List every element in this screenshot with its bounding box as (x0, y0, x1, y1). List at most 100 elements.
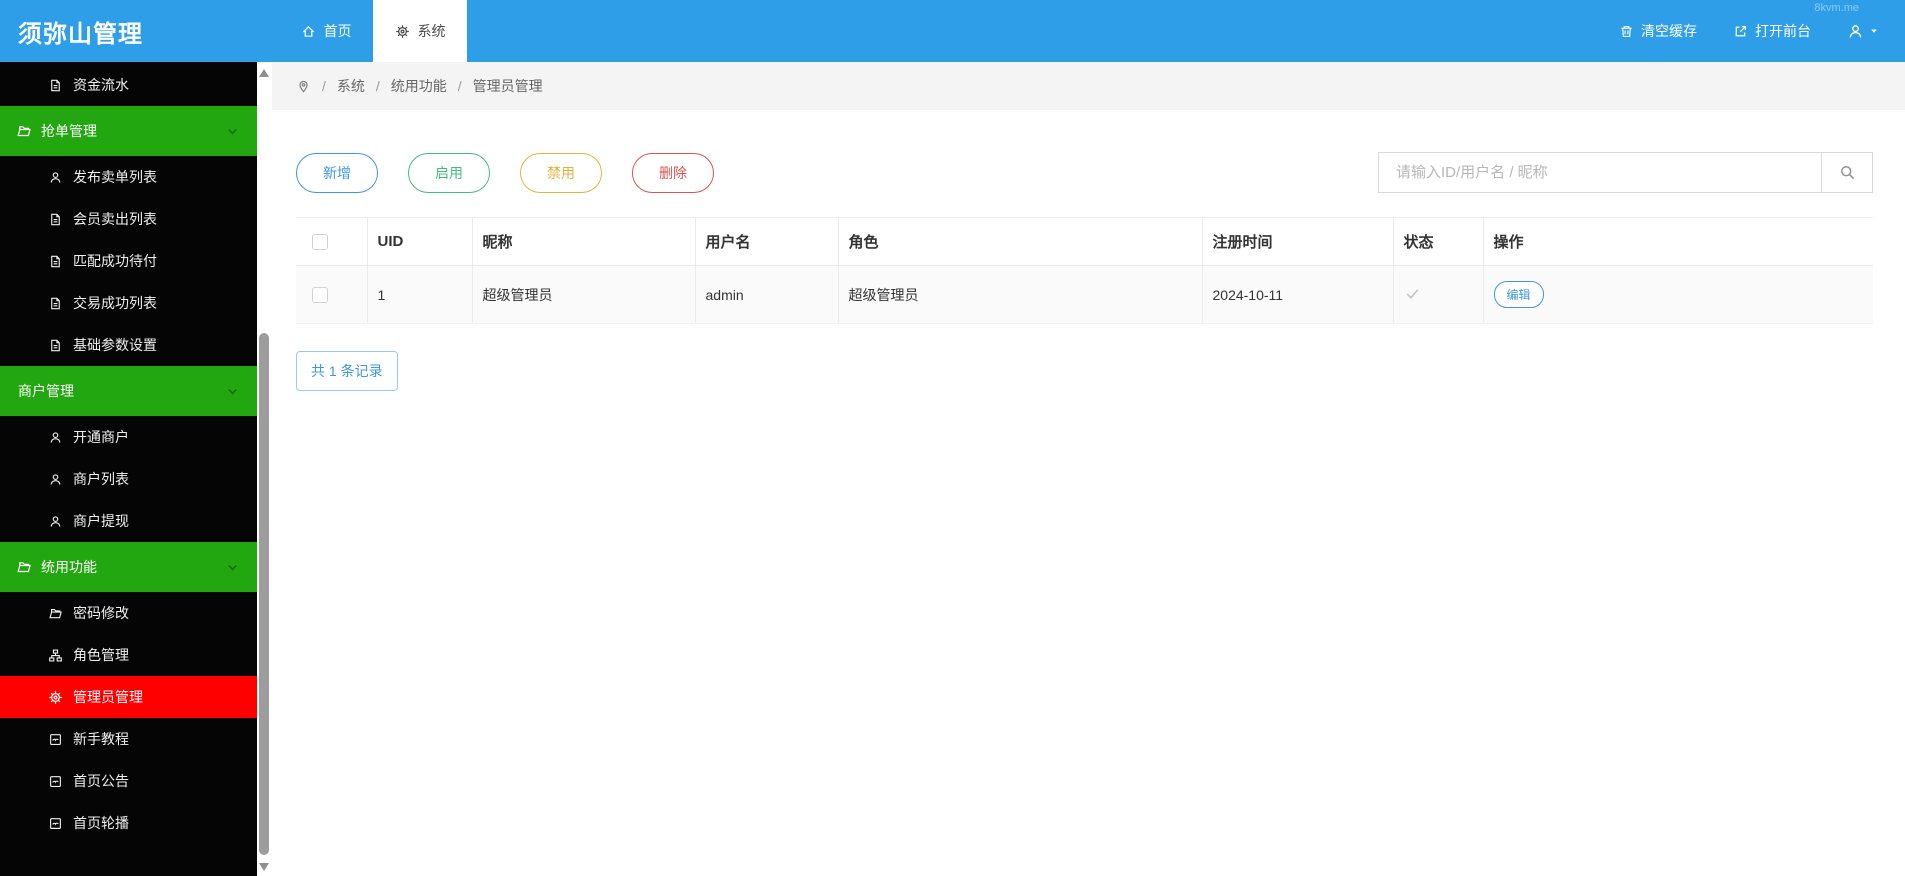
column-header-regtime: 注册时间 (1202, 217, 1394, 266)
sidebar-item-password-change[interactable]: 密码修改 (0, 592, 257, 634)
sidebar-item-home-announcement[interactable]: 首页公告 (0, 760, 257, 802)
nav-tabs: 首页 系统 (279, 0, 467, 62)
sidebar-item-label: 商户提现 (73, 513, 129, 529)
scrollbar-thumb[interactable] (259, 333, 269, 855)
person-icon (48, 430, 63, 445)
tab-home[interactable]: 首页 (279, 0, 373, 62)
sidebar-item-label: 首页轮播 (73, 815, 129, 831)
app-logo: 须弥山管理 (18, 20, 143, 48)
sidebar-section-label: 抢单管理 (41, 123, 97, 139)
check-icon (1404, 285, 1421, 302)
column-header-role: 角色 (838, 217, 1203, 266)
sidebar-item-beginner-tutorial[interactable]: 新手教程 (0, 718, 257, 760)
sidebar-item-label: 管理员管理 (73, 689, 143, 705)
external-link-icon (1733, 24, 1748, 39)
scroll-down-arrow-icon[interactable] (259, 863, 269, 871)
bulletin-icon (48, 774, 63, 789)
sidebar-item-label: 匹配成功待付 (73, 253, 157, 269)
chevron-down-icon (226, 385, 239, 398)
folder-open-icon (16, 559, 32, 575)
search-box (1378, 152, 1873, 193)
clear-cache-label: 清空缓存 (1641, 23, 1697, 39)
location-pin-icon (296, 79, 311, 94)
select-all-checkbox[interactable] (312, 233, 328, 250)
sidebar-section-order-grab[interactable]: 抢单管理 (0, 106, 257, 156)
sidebar-item-role-management[interactable]: 角色管理 (0, 634, 257, 676)
column-header-uid: UID (367, 217, 473, 266)
sidebar-item-basic-params[interactable]: 基础参数设置 (0, 324, 257, 366)
column-header-username: 用户名 (695, 217, 839, 266)
file-icon (48, 296, 63, 311)
bulletin-icon (48, 732, 63, 747)
sidebar-item-home-carousel[interactable]: 首页轮播 (0, 802, 257, 844)
breadcrumb-separator: / (457, 78, 462, 94)
column-header-action: 操作 (1483, 217, 1873, 266)
breadcrumb-item-common-functions[interactable]: 统用功能 (391, 76, 447, 96)
user-menu[interactable] (1847, 23, 1879, 40)
cell-nickname: 超级管理员 (472, 265, 696, 324)
sidebar-item-label: 发布卖单列表 (73, 169, 157, 185)
table-header-row: UID 昵称 用户名 角色 注册时间 状态 操作 (296, 217, 1873, 266)
cell-uid: 1 (367, 265, 473, 324)
cell-role: 超级管理员 (838, 265, 1203, 324)
open-frontend-label: 打开前台 (1755, 23, 1811, 39)
sidebar-scrollbar[interactable] (257, 62, 272, 876)
toolbar: 新增 启用 禁用 删除 (296, 152, 1873, 193)
open-frontend-button[interactable]: 打开前台 (1733, 21, 1811, 41)
sitemap-icon (48, 648, 63, 663)
content: 新增 启用 禁用 删除 UID 昵称 用户 (272, 110, 1905, 391)
gear-icon (395, 24, 410, 39)
chevron-down-icon (226, 561, 239, 574)
cell-regtime: 2024-10-11 (1202, 265, 1394, 324)
tab-system-label: 系统 (417, 23, 446, 39)
tab-system[interactable]: 系统 (373, 0, 467, 62)
file-icon (48, 338, 63, 353)
enable-button[interactable]: 启用 (408, 152, 490, 193)
sidebar: 资金流水 抢单管理 发布卖单列表 会员卖出列表 匹配成功待付 交易成功列表 基础… (0, 62, 257, 876)
total-records-badge[interactable]: 共 1 条记录 (296, 351, 398, 391)
file-icon (48, 78, 63, 93)
sidebar-item-member-sell-list[interactable]: 会员卖出列表 (0, 198, 257, 240)
sidebar-item-label: 商户列表 (73, 471, 129, 487)
sidebar-section-label: 统用功能 (41, 559, 97, 575)
sidebar-item-label: 新手教程 (73, 731, 129, 747)
delete-button[interactable]: 删除 (632, 152, 714, 193)
sidebar-item-merchant-list[interactable]: 商户列表 (0, 458, 257, 500)
admin-table: UID 昵称 用户名 角色 注册时间 状态 操作 1 超级管理员 admin 超… (296, 217, 1873, 324)
sidebar-item-admin-management[interactable]: 管理员管理 (0, 676, 257, 718)
sidebar-item-merchant-withdraw[interactable]: 商户提现 (0, 500, 257, 542)
sidebar-item-publish-sell-list[interactable]: 发布卖单列表 (0, 156, 257, 198)
cell-action: 编辑 (1483, 265, 1873, 324)
disable-button[interactable]: 禁用 (520, 152, 602, 193)
breadcrumb-separator: / (375, 78, 380, 94)
breadcrumb-item-system[interactable]: 系统 (337, 76, 365, 96)
sidebar-item-open-merchant[interactable]: 开通商户 (0, 416, 257, 458)
sidebar-item-match-pending-pay[interactable]: 匹配成功待付 (0, 240, 257, 282)
search-button[interactable] (1821, 153, 1872, 192)
sidebar-item-label: 密码修改 (73, 605, 129, 621)
search-input[interactable] (1379, 153, 1821, 192)
search-icon (1839, 164, 1856, 181)
sidebar-item-trade-success-list[interactable]: 交易成功列表 (0, 282, 257, 324)
user-icon (1847, 23, 1864, 40)
breadcrumb-separator: / (322, 78, 326, 94)
scroll-up-arrow-icon[interactable] (259, 69, 269, 77)
file-icon (48, 254, 63, 269)
sidebar-item-funds-flow[interactable]: 资金流水 (0, 64, 257, 106)
clear-cache-button[interactable]: 清空缓存 (1619, 21, 1697, 41)
trash-icon (1619, 24, 1634, 39)
sidebar-section-common-functions[interactable]: 统用功能 (0, 542, 257, 592)
cell-username: admin (695, 265, 839, 324)
sidebar-item-label: 角色管理 (73, 647, 129, 663)
edit-button[interactable]: 编辑 (1493, 281, 1544, 308)
add-button[interactable]: 新增 (296, 152, 378, 193)
main-area: / 系统 / 统用功能 / 管理员管理 新增 启用 禁用 删除 请输入ID/用户… (272, 62, 1905, 391)
row-checkbox[interactable] (312, 286, 328, 303)
person-icon (48, 170, 63, 185)
breadcrumb-item-admin-management[interactable]: 管理员管理 (473, 76, 543, 96)
column-header-nickname: 昵称 (472, 217, 696, 266)
column-header-status: 状态 (1393, 217, 1484, 266)
sidebar-section-merchant[interactable]: 商户管理 (0, 366, 257, 416)
sidebar-section-label: 商户管理 (18, 383, 74, 399)
person-icon (48, 472, 63, 487)
